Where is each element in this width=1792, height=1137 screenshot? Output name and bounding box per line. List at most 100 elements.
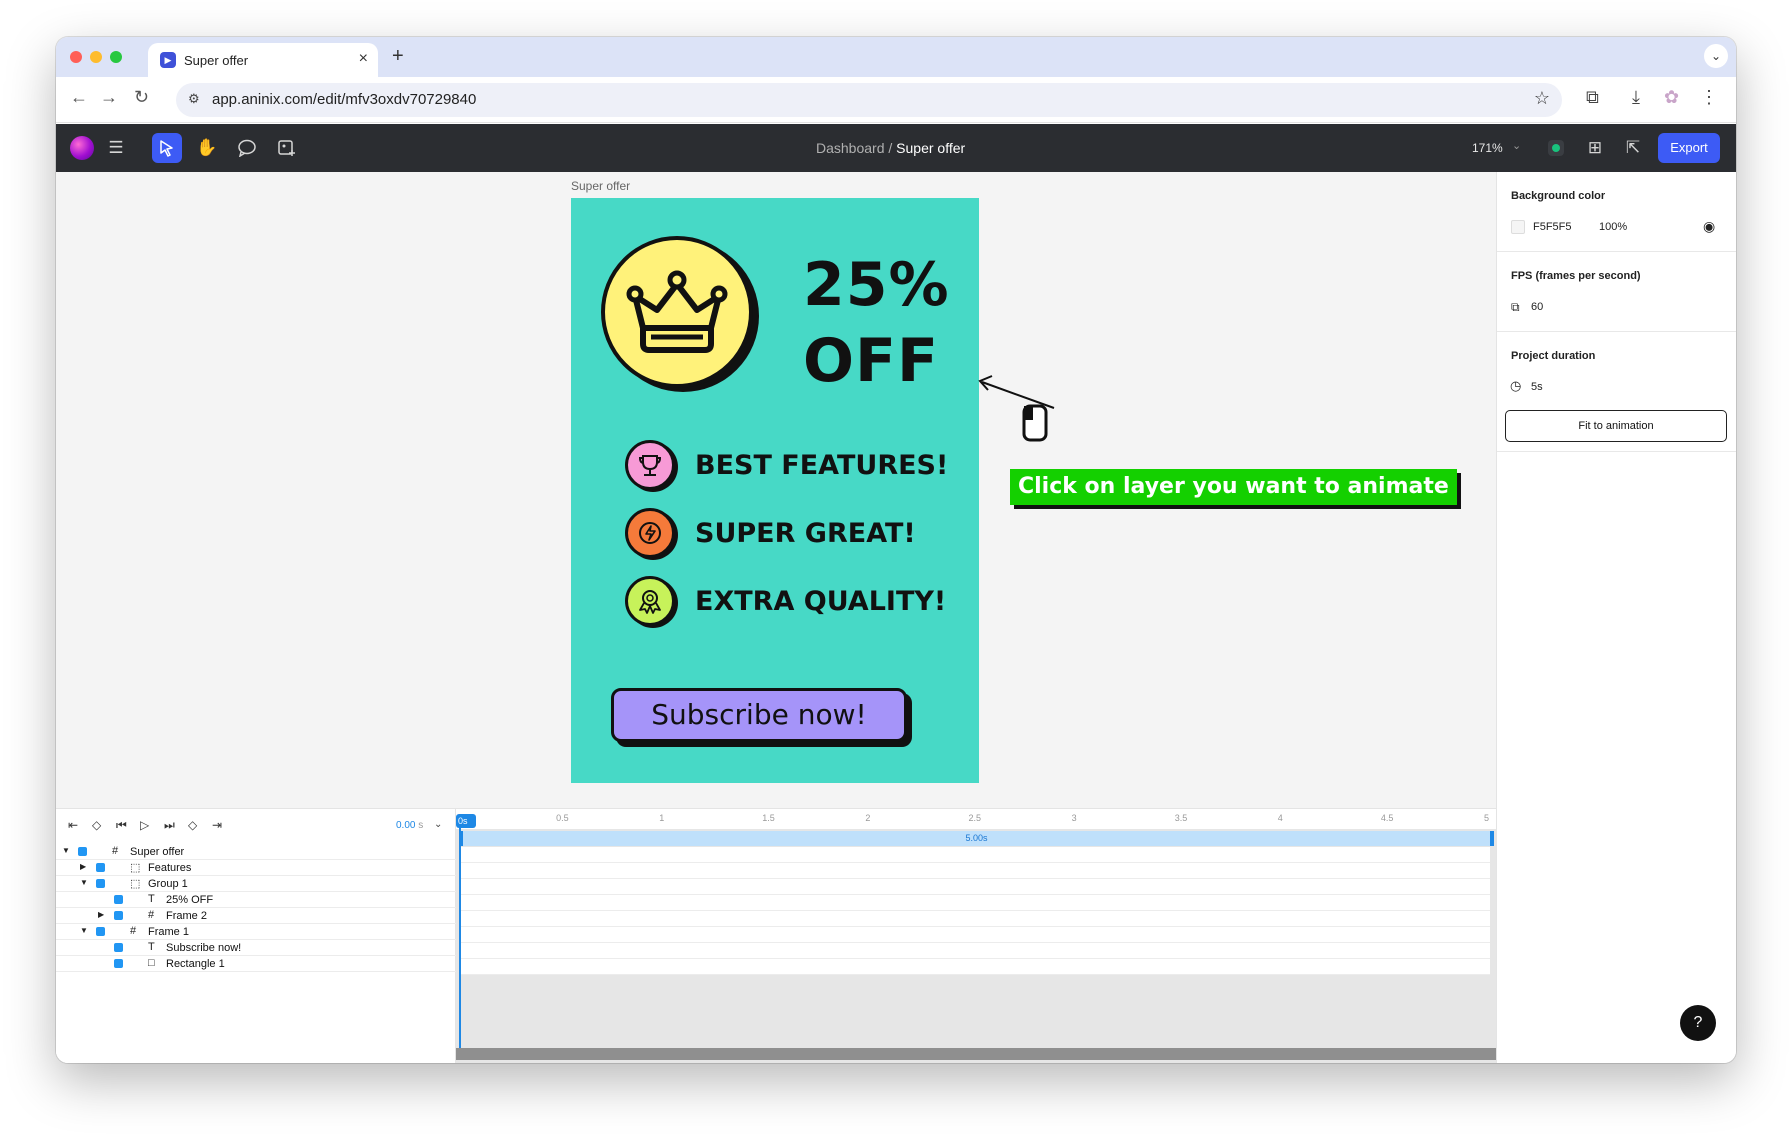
- profile-avatar-icon[interactable]: ✿: [1664, 87, 1679, 108]
- site-settings-icon[interactable]: ⚙: [188, 91, 200, 107]
- reload-icon[interactable]: ↻: [134, 87, 149, 108]
- feature-label: EXTRA QUALITY!: [695, 586, 947, 617]
- layer-color-icon[interactable]: [96, 927, 105, 936]
- eye-icon[interactable]: ◉: [1703, 218, 1715, 235]
- text-type-icon: T: [148, 893, 155, 905]
- caret-down-icon[interactable]: ▼: [80, 926, 88, 935]
- layer-row[interactable]: ▶ # Frame 2: [56, 908, 456, 924]
- download-icon[interactable]: ⤓: [1632, 87, 1640, 108]
- crown-coin[interactable]: [601, 236, 753, 388]
- layers-panel: ⇤ ◇ ⏮ ▷ ⏭ ◇ ⇥ 0.00 s ⌄ ▼ # Super offer ▶ ⬚ Fe…: [56, 809, 456, 1063]
- layer-color-icon[interactable]: [114, 895, 123, 904]
- tab-search-chevron-icon[interactable]: ⌄: [1704, 44, 1728, 68]
- crown-icon: [626, 270, 728, 353]
- layer-color-icon[interactable]: [114, 911, 123, 920]
- ruler-tick-label: 3.5: [1174, 813, 1188, 823]
- menu-icon[interactable]: ☰: [101, 133, 131, 163]
- frame-type-icon: #: [148, 909, 155, 921]
- play-icon[interactable]: ▷: [140, 818, 149, 832]
- tab-close-icon[interactable]: ×: [359, 50, 368, 68]
- close-window-button[interactable]: [70, 51, 82, 63]
- layer-row[interactable]: T 25% OFF: [56, 892, 456, 908]
- color-swatch[interactable]: [1511, 220, 1525, 234]
- layer-row[interactable]: ▼ # Super offer: [56, 844, 456, 860]
- start-marker[interactable]: 0s: [456, 814, 476, 828]
- add-image-tool-icon[interactable]: [272, 133, 302, 163]
- layer-color-icon[interactable]: [78, 847, 87, 856]
- time-ruler[interactable]: 0s 0.5 1 1.5 2 2.5 3 3.5 4 4.5 5: [456, 809, 1496, 829]
- fps-field[interactable]: 60: [1531, 301, 1543, 313]
- track-row[interactable]: [459, 911, 1490, 927]
- extensions-icon[interactable]: ⧉: [1586, 87, 1599, 108]
- browser-menu-icon[interactable]: ⋮: [1700, 87, 1718, 108]
- hand-tool-icon[interactable]: ✋: [192, 133, 222, 163]
- track-row[interactable]: [459, 895, 1490, 911]
- go-to-start-icon[interactable]: ⇤: [68, 818, 78, 832]
- frame-label[interactable]: Super offer: [571, 179, 630, 193]
- fit-to-animation-button[interactable]: Fit to animation: [1505, 410, 1727, 442]
- frame-type-icon: #: [130, 925, 137, 937]
- zoom-level[interactable]: 171%: [1472, 141, 1503, 155]
- minimize-window-button[interactable]: [90, 51, 102, 63]
- caret-down-icon[interactable]: ▼: [80, 878, 88, 887]
- breadcrumb-dashboard-link[interactable]: Dashboard: [816, 140, 885, 156]
- track-row[interactable]: [459, 863, 1490, 879]
- caret-right-icon[interactable]: ▶: [98, 910, 104, 919]
- track-row[interactable]: [459, 847, 1490, 863]
- layer-color-icon[interactable]: [114, 959, 123, 968]
- next-keyframe-icon[interactable]: ◇: [188, 818, 197, 832]
- time-chevron-down-icon[interactable]: ⌄: [434, 819, 442, 830]
- track-row[interactable]: [459, 879, 1490, 895]
- timeline-scrollbar[interactable]: [456, 1048, 1496, 1060]
- duration-bar[interactable]: 5.00s: [459, 831, 1494, 846]
- bookmark-star-icon[interactable]: ☆: [1534, 88, 1550, 109]
- previous-keyframe-icon[interactable]: ◇: [92, 818, 101, 832]
- comment-tool-icon[interactable]: [232, 133, 262, 163]
- track-row[interactable]: [459, 927, 1490, 943]
- share-icon[interactable]: ⇱: [1618, 133, 1648, 163]
- step-forward-icon[interactable]: ⏭: [164, 818, 175, 833]
- new-tab-button[interactable]: +: [392, 45, 404, 68]
- frame-type-icon: #: [112, 845, 119, 857]
- tracks-area[interactable]: 0s 0.5 1 1.5 2 2.5 3 3.5 4 4.5 5 5.00s: [456, 809, 1496, 1063]
- layer-row[interactable]: ▼ ⬚ Group 1: [56, 876, 456, 892]
- export-button[interactable]: Export: [1658, 133, 1720, 163]
- layer-row[interactable]: ▶ ⬚ Features: [56, 860, 456, 876]
- section-title: Background color: [1511, 190, 1606, 202]
- caret-right-icon[interactable]: ▶: [80, 862, 86, 871]
- bg-hex-field[interactable]: F5F5F5: [1533, 221, 1572, 233]
- layer-color-icon[interactable]: [96, 863, 105, 872]
- step-back-icon[interactable]: ⏮: [116, 818, 127, 833]
- layer-row[interactable]: ▼ # Frame 1: [56, 924, 456, 940]
- layer-name: Rectangle 1: [166, 958, 225, 970]
- track-row[interactable]: [459, 943, 1490, 959]
- back-arrow-icon[interactable]: ←: [70, 87, 88, 108]
- duration-field[interactable]: 5s: [1531, 381, 1543, 393]
- layer-row[interactable]: T Subscribe now!: [56, 940, 456, 956]
- caret-down-icon[interactable]: ▼: [62, 846, 70, 855]
- layer-row[interactable]: □ Rectangle 1: [56, 956, 456, 972]
- aninix-logo-icon[interactable]: [70, 136, 94, 160]
- track-row[interactable]: [459, 959, 1490, 975]
- layer-name: Features: [148, 862, 192, 874]
- go-to-end-icon[interactable]: ⇥: [212, 818, 222, 832]
- maximize-window-button[interactable]: [110, 51, 122, 63]
- layer-color-icon[interactable]: [114, 943, 123, 952]
- duration-end-handle[interactable]: [1490, 831, 1494, 846]
- playhead[interactable]: [459, 827, 461, 1057]
- url-field[interactable]: ⚙ app.aninix.com/edit/mfv3oxdv70729840 ☆: [176, 83, 1562, 117]
- canvas[interactable]: Super offer 25% OFF BEST FEATURES! SUPER…: [56, 172, 1496, 808]
- zoom-chevron-down-icon[interactable]: ⌄: [1512, 139, 1521, 152]
- forward-arrow-icon[interactable]: →: [100, 87, 118, 108]
- hint-arrow-icon: [978, 375, 1055, 409]
- help-button[interactable]: ?: [1680, 1005, 1716, 1041]
- layer-color-icon[interactable]: [96, 879, 105, 888]
- select-tool-icon[interactable]: [152, 133, 182, 163]
- offer-percent-text[interactable]: 25%: [803, 250, 950, 320]
- subscribe-button-layer[interactable]: Subscribe now!: [611, 688, 907, 742]
- time-readout[interactable]: 0.00 s: [396, 820, 423, 831]
- components-icon[interactable]: ⊞: [1580, 133, 1610, 163]
- browser-tab[interactable]: ▶ Super offer ×: [148, 43, 378, 77]
- artboard-super-offer[interactable]: 25% OFF BEST FEATURES! SUPER GREAT! EXTR…: [571, 198, 979, 783]
- bg-opacity-field[interactable]: 100%: [1599, 221, 1627, 233]
